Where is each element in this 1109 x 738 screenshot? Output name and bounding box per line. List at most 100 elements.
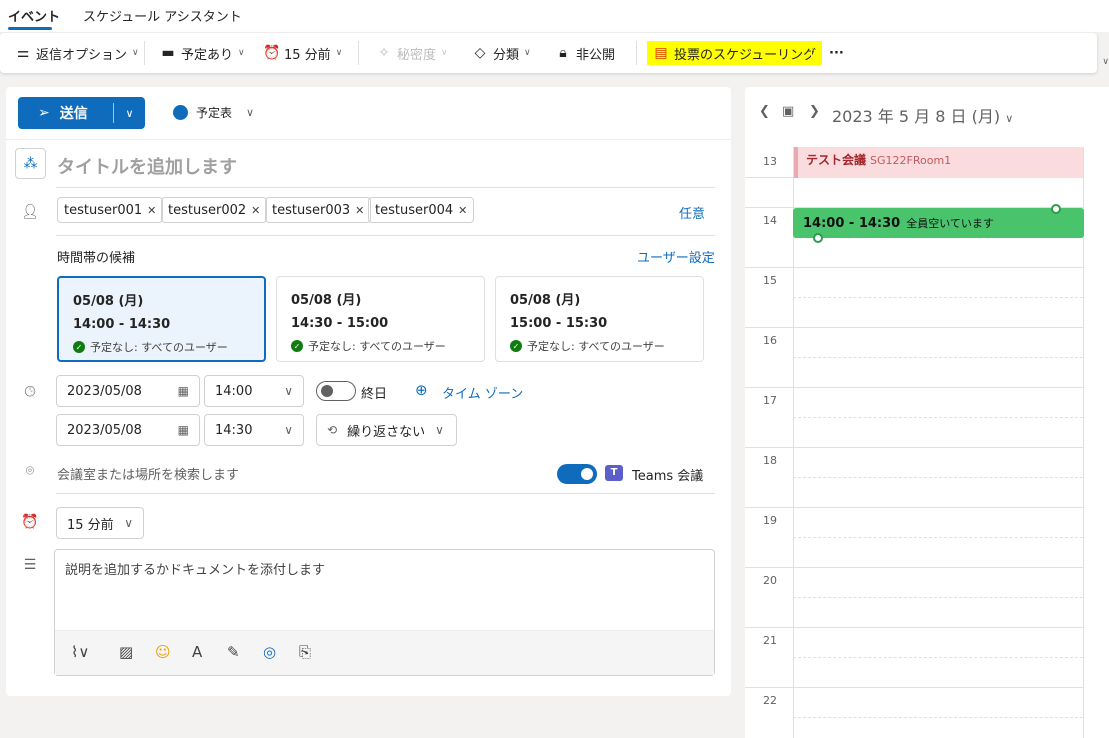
scheduling-poll-label: 投票のスケジューリング — [674, 47, 817, 63]
scheduling-poll-button[interactable]: ▤ 投票のスケジューリング — [647, 41, 823, 65]
alarm-icon: ⏰ — [263, 45, 281, 61]
remove-icon[interactable]: ✕ — [251, 204, 260, 217]
emoji-icon[interactable]: ☺ — [155, 643, 171, 661]
hour-label: 21 — [763, 634, 777, 647]
previous-day-icon[interactable]: ❮ — [759, 104, 770, 119]
grid-line — [745, 177, 793, 178]
loop-icon[interactable]: ◎ — [263, 643, 276, 661]
reminder-label: 15 分前 — [284, 47, 331, 63]
toggle-knob — [581, 468, 593, 480]
grid-line — [793, 477, 1083, 478]
send-options-dropdown[interactable]: ∨ — [114, 107, 145, 120]
start-time-field[interactable]: 14:00 ∨ — [204, 375, 304, 407]
tag-icon: ◇ — [474, 45, 486, 61]
next-day-icon[interactable]: ❯ — [809, 104, 820, 119]
check-icon: ✓ — [73, 341, 85, 353]
remove-icon[interactable]: ✕ — [458, 204, 467, 217]
reminder-button[interactable]: ⏰ 15 分前 ∨ — [263, 42, 342, 64]
resize-handle[interactable] — [1051, 204, 1061, 214]
chevron-down-icon: ∨ — [524, 48, 531, 58]
event-form: ➢ 送信 ∨ 予定表 ∨ ⁂ タイトルを追加します 👤︎ testuser001… — [6, 87, 731, 696]
calendar-icon[interactable]: ▦ — [178, 423, 189, 437]
attach-icon[interactable]: ⌇∨ — [71, 643, 89, 661]
suggestion-card[interactable]: 05/08 (月) 15:00 - 15:30 ✓ 予定なし: すべてのユーザー — [495, 276, 704, 362]
send-button[interactable]: ➢ 送信 — [18, 103, 113, 123]
description-editor[interactable]: 説明を追加するかドキュメントを添付します ⌇∨ ▨ ☺ A ✎ ◎ ⎘ — [54, 549, 715, 676]
repeat-icon: ⟲ — [327, 423, 338, 437]
description-placeholder: 説明を追加するかドキュメントを添付します — [65, 563, 326, 578]
calendar-icon[interactable]: ▦ — [178, 384, 189, 398]
resize-handle[interactable] — [813, 233, 823, 243]
grid-line — [793, 627, 1083, 628]
grid-line — [793, 597, 1083, 598]
signature-icon[interactable]: ✎ — [227, 643, 240, 661]
grid-line — [793, 357, 1083, 358]
sensitivity-button[interactable]: ✧ 秘密度 ∨ — [376, 42, 448, 64]
event-title: テスト会議 — [806, 153, 867, 167]
suggestion-card[interactable]: 05/08 (月) 14:00 - 14:30 ✓ 予定なし: すべてのユーザー — [57, 276, 266, 362]
calendar-date-picker[interactable]: 2023 年 5 月 8 日 (月) ∨ — [832, 103, 1013, 127]
attendee-chip[interactable]: testuser001 ✕ — [57, 197, 164, 223]
image-icon[interactable]: ▨ — [119, 643, 133, 661]
teams-meeting-toggle[interactable] — [557, 464, 597, 484]
category-button[interactable]: ◇ 分類 ∨ — [472, 42, 531, 64]
sliders-icon: ⚌ — [16, 45, 30, 61]
grid-line — [793, 387, 1083, 388]
chevron-down-icon: ∨ — [124, 516, 133, 530]
optional-attendees-link[interactable]: 任意 — [679, 203, 705, 222]
calendar-selector[interactable]: 予定表 ∨ — [173, 104, 254, 121]
attendee-chip[interactable]: testuser003 ✕ — [265, 197, 372, 223]
document-icon[interactable]: ⎘ — [299, 643, 311, 661]
proposed-event[interactable]: 14:00 - 14:30 全員空いています — [793, 208, 1084, 238]
send-icon: ➢ — [38, 105, 50, 121]
user-settings-link[interactable]: ユーザー設定 — [637, 247, 715, 266]
title-input[interactable]: タイトルを追加します — [57, 153, 237, 179]
hour-label: 14 — [763, 214, 777, 227]
today-icon[interactable]: ▣ — [782, 104, 794, 119]
timezone-link[interactable]: タイム ゾーン — [442, 383, 523, 402]
title-icon[interactable]: ⁂ — [15, 148, 46, 179]
reminder-dropdown[interactable]: 15 分前 ∨ — [56, 507, 144, 539]
end-time-field[interactable]: 14:30 ∨ — [204, 414, 304, 446]
attendee-name: testuser002 — [168, 202, 247, 218]
grid-line — [745, 267, 793, 268]
chevron-down-icon: ∨ — [284, 384, 293, 398]
tab-scheduling-assistant[interactable]: スケジュール アシスタント — [83, 6, 242, 25]
attendee-name: testuser003 — [272, 202, 351, 218]
hour-label: 19 — [763, 514, 777, 527]
suggestion-time: 15:00 - 15:30 — [510, 316, 608, 331]
attendee-chip[interactable]: testuser002 ✕ — [161, 197, 268, 223]
location-input[interactable]: 会議室または場所を検索します — [57, 464, 239, 483]
hour-label: 18 — [763, 454, 777, 467]
remove-icon[interactable]: ✕ — [355, 204, 364, 217]
suggestion-card[interactable]: 05/08 (月) 14:30 - 15:00 ✓ 予定なし: すべてのユーザー — [276, 276, 485, 362]
more-options-button[interactable]: ··· — [829, 42, 844, 64]
grid-line — [745, 567, 793, 568]
reply-options-button[interactable]: ⚌ 返信オプション ∨ — [15, 42, 139, 64]
repeat-dropdown[interactable]: ⟲ 繰り返さない ∨ — [316, 414, 457, 446]
calendar-color-dot — [173, 105, 188, 120]
show-as-label: 予定あり — [181, 47, 234, 63]
remove-icon[interactable]: ✕ — [147, 204, 156, 217]
calendar-name: 予定表 — [196, 106, 233, 120]
divider — [636, 41, 637, 65]
divider — [358, 41, 359, 65]
end-date-field[interactable]: 2023/05/08 ▦ — [56, 414, 200, 446]
chevron-down-icon: ∨ — [441, 48, 448, 58]
tab-event[interactable]: イベント — [8, 6, 60, 25]
calendar-event[interactable]: テスト会議 SG122FRoom1 — [794, 147, 1083, 178]
show-as-button[interactable]: ▬ 予定あり ∨ — [160, 42, 244, 64]
chevron-down-icon: ∨ — [1005, 112, 1014, 125]
toggle-knob — [321, 385, 333, 397]
suggestion-time: 14:30 - 15:00 — [291, 316, 389, 331]
event-time: 14:00 - 14:30 — [803, 216, 901, 231]
ribbon-expand-icon[interactable]: ∨ — [1102, 57, 1109, 67]
private-button[interactable]: 🔒︎ 非公開 — [555, 42, 615, 64]
format-text-icon[interactable]: A — [192, 643, 202, 661]
attendee-chip[interactable]: testuser004 ✕ — [368, 197, 475, 223]
start-date-field[interactable]: 2023/05/08 ▦ — [56, 375, 200, 407]
suggestions-label: 時間帯の候補 — [57, 251, 136, 266]
all-day-toggle[interactable] — [316, 381, 356, 401]
divider — [144, 41, 145, 65]
hour-label: 16 — [763, 334, 777, 347]
